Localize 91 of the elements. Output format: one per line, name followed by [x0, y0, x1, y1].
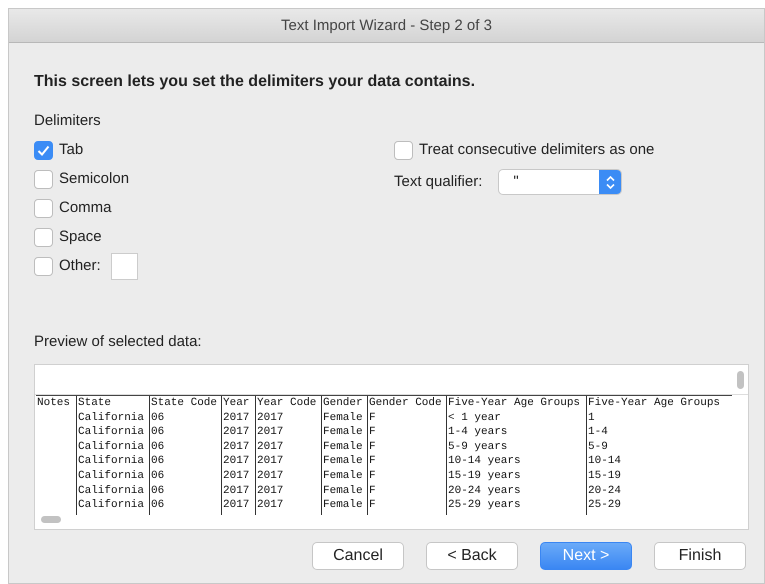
table-cell-text: F [368, 440, 377, 454]
table-cell-text: Female [322, 440, 364, 454]
column-header: Five-Year Age Groups [587, 396, 722, 411]
table-cell-text: 2017 [222, 440, 250, 454]
column-header: State [77, 396, 112, 411]
window-title: Text Import Wizard - Step 2 of 3 [281, 17, 492, 34]
column-header: Notes [36, 396, 72, 411]
checkbox-label[interactable]: Comma [59, 196, 112, 220]
table-cell-text: F [368, 425, 377, 440]
table-cell-text: F [368, 484, 377, 498]
table-cell-text: 06 [150, 410, 166, 426]
stepper-icon [606, 174, 615, 190]
section-label: Delimiters [34, 111, 102, 131]
table-cell-text: 2017 [256, 425, 284, 440]
table-cell-text: 15-19 [587, 468, 622, 484]
checkbox[interactable] [34, 140, 53, 160]
table-cell-text: 06 [150, 498, 166, 513]
table-cell-text: 2017 [256, 440, 284, 454]
table-cell-text: 25-29 [587, 498, 622, 513]
checkbox[interactable] [34, 198, 53, 218]
table-cell-text: 20-24 [587, 484, 622, 498]
table-cell-text: 06 [150, 425, 166, 440]
column-header: Gender [322, 396, 364, 411]
dialog-button[interactable]: Cancel [312, 542, 404, 570]
column-header: State Code [150, 396, 218, 411]
table-cell-text: 1-4 years [447, 425, 508, 440]
table-cell-text: 06 [150, 468, 166, 484]
checkbox[interactable] [34, 256, 53, 276]
column-header: Gender Code [368, 396, 443, 411]
table-cell-text: 2017 [256, 454, 284, 469]
table-cell-text: 2017 [222, 498, 250, 513]
column-header: Five-Year Age Groups [447, 396, 582, 411]
table-cell-text: 1 [587, 410, 596, 426]
table-cell-text: 2017 [256, 410, 284, 426]
table-cell-text: 2017 [222, 468, 250, 484]
table-cell-text: California [77, 498, 146, 513]
table-cell-text: Female [322, 484, 364, 498]
section-label: Preview of selected data: [34, 332, 203, 352]
table-cell-text: 5-9 [587, 440, 609, 454]
checkbox[interactable] [34, 228, 53, 246]
checkbox-label[interactable]: Space [59, 226, 102, 248]
table-cell-text: 2017 [256, 484, 284, 498]
table-cell-text: California [77, 440, 146, 454]
table-cell-text: < 1 year [447, 410, 502, 426]
scrollbar-thumb[interactable] [41, 516, 61, 523]
table-cell-text: 2017 [222, 454, 250, 469]
column-header: Year Code [256, 396, 318, 411]
table-cell-text: Female [322, 410, 364, 426]
table-cell-text: California [77, 454, 146, 469]
table-cell-text: 2017 [256, 498, 284, 513]
table-cell-text: 06 [150, 454, 166, 469]
table-cell-text: F [368, 410, 377, 426]
table-cell-text: 25-29 years [447, 498, 522, 513]
table-cell-text: 06 [150, 484, 166, 498]
table-cell-text: 06 [150, 440, 166, 454]
checkbox[interactable] [34, 170, 53, 188]
scrollbar-thumb[interactable] [737, 371, 744, 389]
table-cell-text: 2017 [222, 425, 250, 440]
table-cell-text: 1-4 [587, 425, 609, 440]
table-cell-text: 20-24 years [447, 484, 522, 498]
table-cell-text: California [77, 484, 146, 498]
dialog-button[interactable]: Finish [654, 542, 746, 570]
checkbox[interactable] [394, 141, 413, 160]
table-cell-text: F [368, 468, 377, 484]
table-cell-text: 15-19 years [447, 468, 522, 484]
column-header: Year [222, 396, 250, 411]
table-cell-text: Female [322, 498, 364, 513]
table-cell-text: Female [322, 468, 364, 484]
checkbox-label[interactable]: Tab [59, 138, 84, 162]
table-cell-text: 10-14 [587, 454, 622, 469]
checkmark-icon [37, 144, 50, 156]
dialog-button[interactable]: < Back [426, 542, 518, 570]
table-cell-text: California [77, 410, 146, 426]
table-cell-text: 10-14 years [447, 454, 522, 469]
select-field[interactable]: " [498, 169, 622, 195]
table-cell-text: 2017 [222, 410, 250, 426]
table-cell-text: 5-9 years [447, 440, 508, 454]
checkbox-label[interactable]: Semicolon [59, 168, 130, 190]
table-cell-text: California [77, 425, 146, 440]
table-cell-text: California [77, 468, 146, 484]
field-label: Text qualifier: [394, 172, 482, 192]
table-cell-text: F [368, 454, 377, 469]
input-field[interactable] [110, 252, 138, 280]
checkbox-label[interactable]: Other: [59, 254, 101, 278]
checkbox-label[interactable]: Treat consecutive delimiters as one [419, 139, 654, 162]
table-cell-text: Female [322, 425, 364, 440]
table-cell-text: 2017 [256, 468, 284, 484]
table-cell-text: F [368, 498, 377, 513]
instruction-text: This screen lets you set the delimiters your data contains. [34, 72, 476, 92]
table-cell-text: Female [322, 454, 364, 469]
table-cell-text: 2017 [222, 484, 250, 498]
